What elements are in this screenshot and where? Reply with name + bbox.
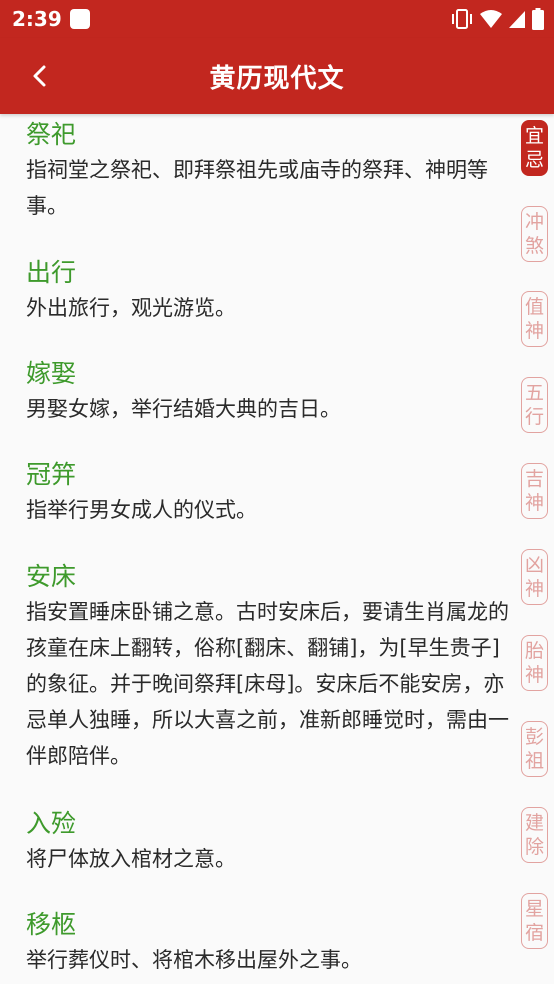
tab-label-top: 宜	[524, 125, 544, 147]
tab-zhi-shen[interactable]: 值 神	[521, 291, 548, 347]
tab-label-top: 彭	[524, 726, 544, 748]
wifi-icon	[480, 10, 502, 28]
list-item: 冠笄 指举行男女成人的仪式。	[0, 458, 515, 528]
entry-title: 祭祀	[26, 120, 77, 149]
app-notification-icon	[70, 9, 90, 29]
tab-label-bottom: 忌	[524, 149, 544, 171]
list-item: 祭祀 指祠堂之祭祀、即拜祭祖先或庙寺的祭拜、神明等事。	[0, 118, 515, 224]
tab-xiong-shen[interactable]: 凶 神	[521, 549, 548, 605]
entry-description: 外出旅行，观光游览。	[26, 296, 236, 320]
tab-label-top: 胎	[524, 640, 544, 662]
status-bar: 2:39	[0, 0, 554, 38]
entry-description: 将尸体放入棺材之意。	[26, 847, 236, 871]
entry-list[interactable]: 祭祀 指祠堂之祭祀、即拜祭祖先或庙寺的祭拜、神明等事。 出行 外出旅行，观光游览…	[0, 114, 515, 984]
tab-label-bottom: 行	[524, 406, 544, 428]
tab-label-top: 冲	[524, 211, 544, 233]
tab-label-bottom: 宿	[524, 922, 544, 944]
list-item: 出行 外出旅行，观光游览。	[0, 256, 515, 326]
entry-description: 男娶女嫁，举行结婚大典的吉日。	[26, 397, 341, 421]
tab-label-top: 五	[524, 382, 544, 404]
entry-title: 出行	[26, 258, 77, 287]
tab-label-top: 星	[524, 898, 544, 920]
list-item: 嫁娶 男娶女嫁，举行结婚大典的吉日。	[0, 357, 515, 427]
side-tab-nav: 宜 忌 冲 煞 值 神 五 行 吉 神 凶 神 胎 神 彭 祖 建 除 星 宿	[514, 114, 554, 984]
status-icons	[450, 8, 544, 30]
entry-title: 入殓	[26, 809, 77, 838]
page-title: 黄历现代文	[209, 64, 345, 94]
tab-label-top: 吉	[524, 468, 544, 490]
entry-description: 指安置睡床卧铺之意。古时安床后，要请生肖属龙的孩童在床上翻转，俗称[翻床、翻铺]…	[26, 600, 509, 768]
tab-label-top: 凶	[524, 554, 544, 576]
tab-peng-zu[interactable]: 彭 祖	[521, 721, 548, 777]
tab-jian-chu[interactable]: 建 除	[521, 807, 548, 863]
entry-title: 移柩	[26, 910, 77, 939]
tab-label-bottom: 祖	[524, 750, 544, 772]
status-time: 2:39	[12, 7, 62, 31]
entry-title: 嫁娶	[26, 359, 77, 388]
entry-description: 指举行男女成人的仪式。	[26, 498, 257, 522]
list-item: 入殓 将尸体放入棺材之意。	[0, 807, 515, 877]
tab-label-bottom: 神	[524, 492, 544, 514]
tab-ji-shen[interactable]: 吉 神	[521, 463, 548, 519]
tab-chong-sha[interactable]: 冲 煞	[521, 206, 548, 262]
tab-wu-xing[interactable]: 五 行	[521, 377, 548, 433]
tab-label-top: 建	[524, 812, 544, 834]
battery-icon	[532, 8, 544, 30]
signal-icon	[509, 11, 525, 28]
tab-label-bottom: 煞	[524, 235, 544, 257]
tab-tai-shen[interactable]: 胎 神	[521, 635, 548, 691]
tab-label-bottom: 神	[524, 578, 544, 600]
tab-yi-ji[interactable]: 宜 忌	[521, 120, 548, 176]
entry-description: 举行葬仪时、将棺木移出屋外之事。	[26, 948, 362, 972]
vibrate-icon	[452, 9, 472, 29]
entry-title: 冠笄	[26, 460, 77, 489]
list-item: 移柩 举行葬仪时、将棺木移出屋外之事。	[0, 908, 515, 978]
tab-label-top: 值	[524, 296, 544, 318]
entry-title: 安床	[26, 562, 77, 591]
tab-xing-su[interactable]: 星 宿	[521, 893, 548, 949]
entry-description: 指祠堂之祭祀、即拜祭祖先或庙寺的祭拜、神明等事。	[26, 158, 488, 218]
tab-label-bottom: 神	[524, 320, 544, 342]
tab-label-bottom: 除	[524, 836, 544, 858]
app-bar: 黄历现代文	[0, 38, 554, 114]
tab-label-bottom: 神	[524, 664, 544, 686]
list-item: 安床 指安置睡床卧铺之意。古时安床后，要请生肖属龙的孩童在床上翻转，俗称[翻床、…	[0, 560, 515, 774]
